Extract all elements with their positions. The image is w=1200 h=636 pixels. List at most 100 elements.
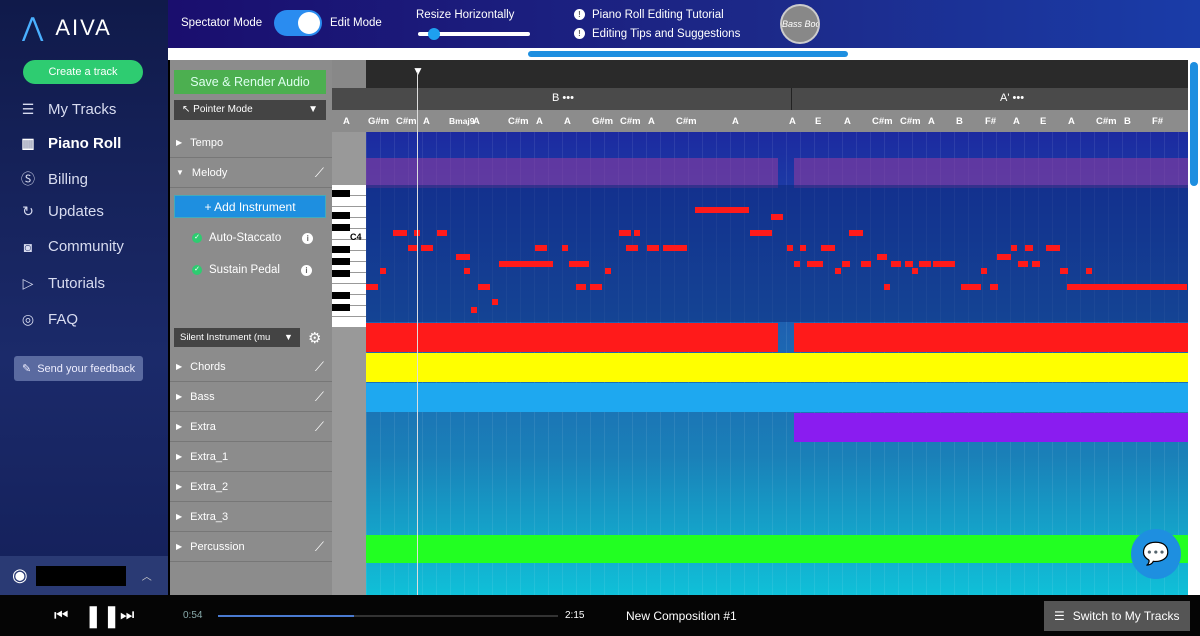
chord-label[interactable]: A <box>423 116 430 127</box>
melody-note[interactable] <box>535 245 547 251</box>
resize-slider[interactable] <box>418 28 530 40</box>
melody-note[interactable] <box>905 261 913 267</box>
previous-icon[interactable]: ⏮ <box>54 607 68 625</box>
nav-piano-roll[interactable]: ▥ Piano Roll <box>20 135 121 152</box>
white-key[interactable] <box>332 196 366 206</box>
melody-note[interactable] <box>849 230 863 236</box>
timeline-ruler[interactable] <box>332 60 1188 88</box>
melody-note[interactable] <box>647 245 659 251</box>
expanded-arrow-icon[interactable]: ▼ <box>176 168 184 177</box>
black-key[interactable] <box>332 258 350 265</box>
automation-icon[interactable]: ⟋ <box>315 419 324 435</box>
chord-label[interactable]: A <box>564 116 571 127</box>
mode-toggle[interactable] <box>274 10 322 36</box>
user-menu[interactable]: ◉ ︿ <box>0 556 168 595</box>
melody-note[interactable] <box>569 261 589 267</box>
melody-note[interactable] <box>437 230 447 236</box>
melody-block[interactable] <box>366 323 778 352</box>
instrument-select[interactable]: Silent Instrument (mu <box>174 328 300 347</box>
tips-link[interactable]: ! Editing Tips and Suggestions <box>574 28 740 40</box>
melody-note[interactable] <box>1067 284 1187 290</box>
check-icon[interactable]: ✓ <box>192 265 202 275</box>
collapsed-arrow-icon[interactable]: ▶ <box>176 542 182 551</box>
nav-my-tracks[interactable]: ☰ My Tracks <box>20 101 117 118</box>
melody-note[interactable] <box>750 230 772 236</box>
melody-note[interactable] <box>919 261 931 267</box>
white-key[interactable] <box>332 317 366 327</box>
note-grid[interactable] <box>366 132 1188 595</box>
melody-note[interactable] <box>499 261 553 267</box>
melody-note[interactable] <box>787 245 793 251</box>
melody-note[interactable] <box>884 284 890 290</box>
melody-note[interactable] <box>366 284 378 290</box>
automation-icon[interactable]: ⟋ <box>315 389 324 405</box>
chord-label[interactable]: F# <box>1152 116 1163 127</box>
melody-note[interactable] <box>1086 268 1092 274</box>
add-instrument-button[interactable]: + Add Instrument <box>174 195 326 218</box>
chord-label[interactable]: C#m <box>620 116 641 127</box>
melody-note[interactable] <box>695 207 749 213</box>
chord-label[interactable]: A <box>732 116 739 127</box>
melody-region[interactable] <box>794 158 1188 188</box>
melody-note[interactable] <box>1018 261 1028 267</box>
pointer-mode-select[interactable]: ↖ Pointer Mode ▼ <box>174 100 326 120</box>
track-percussion[interactable]: ▶ Percussion ⟋ <box>170 532 332 562</box>
check-icon[interactable]: ✓ <box>192 233 202 243</box>
melody-note[interactable] <box>576 284 586 290</box>
track-melody[interactable]: ▼ Melody ⟋ <box>170 158 332 188</box>
chord-label[interactable]: A <box>1013 116 1020 127</box>
chord-label[interactable]: A <box>928 116 935 127</box>
melody-note[interactable] <box>1011 245 1017 251</box>
black-key[interactable] <box>332 212 350 219</box>
save-render-button[interactable]: Save & Render Audio <box>174 70 326 94</box>
automation-icon[interactable]: ⟋ <box>315 539 324 555</box>
collapsed-arrow-icon[interactable]: ▶ <box>176 422 182 431</box>
logo[interactable]: ⋀ AIVA <box>22 12 112 43</box>
melody-note[interactable] <box>478 284 490 290</box>
melody-note[interactable] <box>492 299 498 305</box>
track-extra_3[interactable]: ▶ Extra_3 <box>170 502 332 532</box>
chat-button[interactable]: 💬 <box>1131 529 1181 579</box>
chord-label[interactable]: G#m <box>592 116 613 127</box>
melody-note[interactable] <box>800 245 806 251</box>
horizontal-scrollbar[interactable] <box>528 51 848 57</box>
chord-label[interactable]: A <box>1068 116 1075 127</box>
melody-note[interactable] <box>807 261 823 267</box>
melody-note[interactable] <box>771 214 783 220</box>
collapsed-arrow-icon[interactable]: ▶ <box>176 512 182 521</box>
profile-avatar[interactable]: Bass Boost <box>780 4 820 44</box>
track-extra_2[interactable]: ▶ Extra_2 <box>170 472 332 502</box>
melody-note[interactable] <box>1060 268 1068 274</box>
melody-note[interactable] <box>877 254 887 260</box>
automation-icon[interactable]: ⟋ <box>315 165 324 181</box>
switch-to-my-tracks-button[interactable]: ☰ Switch to My Tracks <box>1044 601 1190 631</box>
melody-note[interactable] <box>997 254 1011 260</box>
gear-icon[interactable]: ⚙ <box>308 329 321 347</box>
black-key[interactable] <box>332 292 350 299</box>
track-extra[interactable]: ▶ Extra ⟋ <box>170 412 332 442</box>
create-track-button[interactable]: Create a track <box>23 60 143 84</box>
melody-note[interactable] <box>663 245 687 251</box>
melody-note[interactable] <box>421 245 433 251</box>
nav-tutorials[interactable]: ▷ Tutorials <box>20 275 105 292</box>
chord-label[interactable]: C#m <box>900 116 921 127</box>
automation-icon[interactable]: ⟋ <box>315 359 324 375</box>
melody-note[interactable] <box>1032 261 1040 267</box>
melody-note[interactable] <box>634 230 640 236</box>
collapsed-arrow-icon[interactable]: ▶ <box>176 482 182 491</box>
chord-label[interactable]: Bmaj9 <box>449 116 475 126</box>
melody-note[interactable] <box>393 230 407 236</box>
chords-block[interactable] <box>366 353 1188 382</box>
nav-faq[interactable]: ◎ FAQ <box>20 311 78 328</box>
black-key[interactable] <box>332 190 350 197</box>
melody-note[interactable] <box>835 268 841 274</box>
percussion-block[interactable] <box>366 535 1188 563</box>
melody-note[interactable] <box>464 268 470 274</box>
chord-label[interactable]: C#m <box>508 116 529 127</box>
melody-note[interactable] <box>562 245 568 251</box>
melody-note[interactable] <box>981 268 987 274</box>
chord-label[interactable]: F# <box>985 116 996 127</box>
chord-label[interactable]: B <box>956 116 963 127</box>
melody-note[interactable] <box>794 261 800 267</box>
melody-note[interactable] <box>619 230 631 236</box>
